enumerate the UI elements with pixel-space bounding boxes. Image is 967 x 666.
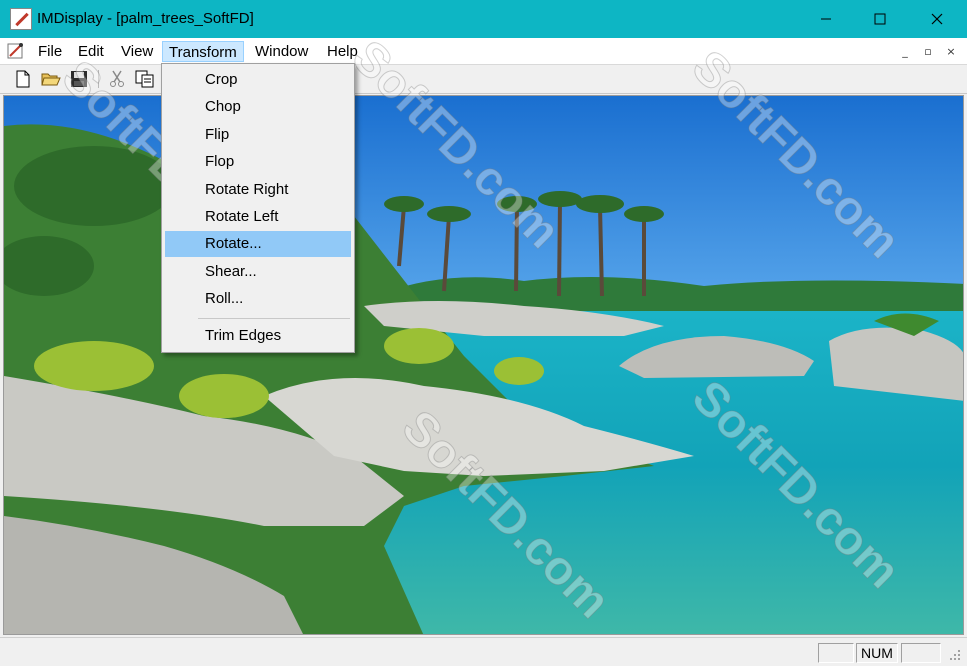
close-icon — [931, 13, 943, 25]
menu-help[interactable]: Help — [321, 41, 364, 62]
cut-button[interactable] — [106, 68, 128, 90]
open-folder-icon — [41, 73, 61, 86]
copy-button[interactable] — [134, 68, 156, 90]
menu-item-flip[interactable]: Flip — [165, 122, 351, 148]
menu-edit[interactable]: Edit — [72, 41, 110, 62]
maximize-button[interactable] — [857, 0, 903, 38]
new-file-button[interactable] — [12, 68, 34, 90]
menu-window[interactable]: Window — [249, 41, 314, 62]
menu-bar: File Edit View Transform Window Help _ ▫… — [0, 38, 967, 65]
window-title: IMDisplay - [palm_trees_SoftFD] — [37, 10, 254, 27]
status-panel-num: NUM — [856, 643, 898, 663]
copy-icon — [135, 70, 154, 88]
menu-item-chop[interactable]: Chop — [165, 94, 351, 120]
menu-item-flop[interactable]: Flop — [165, 149, 351, 175]
menu-view[interactable]: View — [115, 41, 159, 62]
maximize-icon — [874, 13, 886, 25]
mdi-minimize-button[interactable]: _ — [897, 44, 913, 58]
mdi-restore-button[interactable]: ▫ — [920, 44, 936, 58]
menu-item-crop[interactable]: Crop — [165, 67, 351, 93]
landscape-photo — [4, 96, 963, 634]
resize-grip-icon[interactable] — [948, 648, 962, 662]
minimize-icon — [821, 18, 831, 20]
cut-icon — [110, 70, 124, 87]
status-panel-caps — [818, 643, 854, 663]
save-icon — [71, 71, 87, 87]
new-file-icon — [16, 70, 30, 88]
image-canvas[interactable] — [3, 95, 964, 635]
minimize-button[interactable] — [803, 0, 849, 38]
toolbar-separator — [98, 70, 99, 88]
toolbar — [0, 65, 967, 94]
status-bar: NUM — [0, 637, 967, 666]
close-button[interactable] — [914, 0, 960, 38]
mdi-close-button[interactable]: × — [943, 44, 959, 58]
menu-separator — [198, 318, 350, 319]
menu-item-roll[interactable]: Roll... — [165, 286, 351, 312]
save-button[interactable] — [68, 68, 90, 90]
menu-item-rotate-left[interactable]: Rotate Left — [165, 204, 351, 230]
menu-transform[interactable]: Transform — [162, 41, 244, 62]
menu-item-shear[interactable]: Shear... — [165, 259, 351, 285]
title-bar: IMDisplay - [palm_trees_SoftFD] — [0, 0, 967, 38]
app-icon[interactable] — [10, 8, 32, 30]
document-icon[interactable] — [6, 41, 26, 61]
menu-item-rotate-right[interactable]: Rotate Right — [165, 177, 351, 203]
menu-item-rotate[interactable]: Rotate... — [165, 231, 351, 257]
open-button[interactable] — [40, 68, 62, 90]
status-panel-scroll — [901, 643, 941, 663]
menu-file[interactable]: File — [32, 41, 68, 62]
menu-item-trim-edges[interactable]: Trim Edges — [165, 323, 351, 349]
transform-menu: Crop Chop Flip Flop Rotate Right Rotate … — [161, 63, 355, 353]
